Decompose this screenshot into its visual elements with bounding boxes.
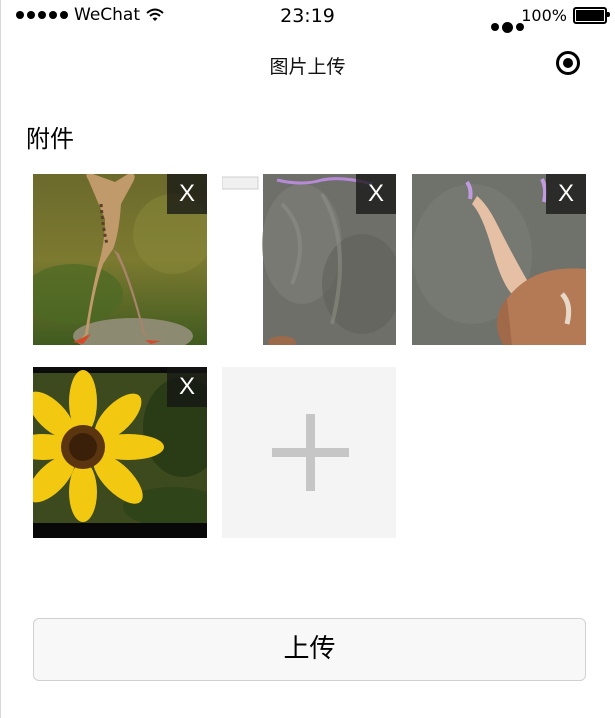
delete-button[interactable]: X bbox=[356, 174, 396, 214]
delete-button[interactable]: X bbox=[167, 174, 207, 214]
plus-icon-vertical bbox=[306, 414, 315, 491]
record-target-icon[interactable] bbox=[556, 51, 580, 75]
battery-icon bbox=[573, 7, 610, 24]
attachment-item[interactable]: X bbox=[33, 367, 207, 538]
status-right: 100% bbox=[521, 6, 610, 25]
frame-border bbox=[0, 0, 1, 718]
attachment-item[interactable]: X bbox=[412, 174, 586, 345]
upload-button[interactable]: 上传 bbox=[33, 618, 586, 681]
battery-percent: 100% bbox=[521, 6, 567, 25]
delete-button[interactable]: X bbox=[546, 174, 586, 214]
section-title: 附件 bbox=[26, 125, 74, 153]
attachment-item[interactable]: X bbox=[33, 174, 207, 345]
delete-button[interactable]: X bbox=[167, 367, 207, 407]
page-title: 图片上传 bbox=[269, 56, 346, 78]
attachment-item[interactable]: X bbox=[222, 174, 396, 345]
nav-bar: 图片上传 bbox=[0, 40, 615, 88]
add-image-button[interactable] bbox=[222, 367, 396, 538]
more-dots-icon[interactable] bbox=[488, 20, 526, 34]
